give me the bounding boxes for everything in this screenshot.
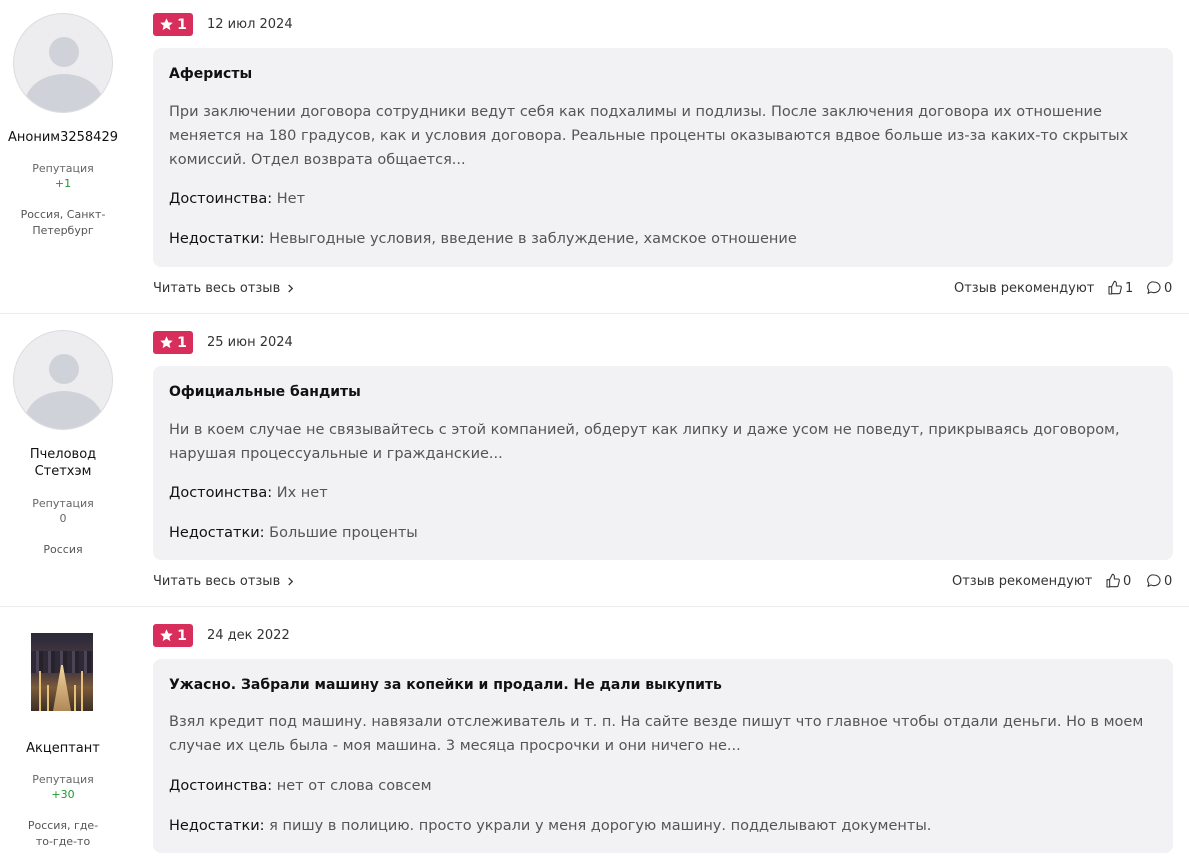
thumbs-up-icon bbox=[1108, 280, 1122, 295]
recommend-label: Отзыв рекомендуют bbox=[954, 281, 1095, 296]
avatar[interactable] bbox=[31, 633, 93, 711]
rating-value: 1 bbox=[177, 16, 187, 33]
review-item: Акцептант Репутация +30 Россия, где-то-г… bbox=[0, 607, 1189, 861]
pros-text: Их нет bbox=[276, 485, 328, 501]
review-text: При заключении договора сотрудники ведут… bbox=[169, 104, 1129, 168]
review-title[interactable]: Аферисты bbox=[169, 66, 252, 82]
author-location: Россия, где-то-где-то bbox=[27, 819, 99, 848]
review-title[interactable]: Ужасно. Забрали машину за копейки и прод… bbox=[169, 677, 722, 693]
cons-text: я пишу в полицию. просто украли у меня д… bbox=[269, 818, 932, 834]
review-item: Аноним3258429 Репутация +1 Россия, Санкт… bbox=[0, 0, 1189, 313]
read-full-review-link[interactable]: Читать весь отзыв bbox=[153, 574, 295, 589]
pros-text: нет от слова совсем bbox=[276, 778, 432, 794]
star-icon bbox=[160, 18, 173, 31]
rating-value: 1 bbox=[177, 334, 187, 351]
comments-button[interactable]: 0 bbox=[1146, 573, 1172, 589]
review-card: Аферисты При заключении договора сотрудн… bbox=[153, 48, 1173, 267]
author-location: Россия, Санкт-Петербург bbox=[20, 208, 106, 237]
avatar[interactable] bbox=[13, 330, 113, 430]
read-more-label: Читать весь отзыв bbox=[153, 281, 281, 296]
like-count: 0 bbox=[1123, 573, 1132, 589]
like-count: 1 bbox=[1125, 280, 1134, 296]
comment-count: 0 bbox=[1164, 573, 1173, 589]
author-location: Россия bbox=[43, 543, 83, 556]
like-button[interactable]: 1 bbox=[1107, 280, 1133, 296]
cons-text: Большие проценты bbox=[269, 525, 418, 541]
comment-icon bbox=[1147, 281, 1161, 294]
thumbs-up-icon bbox=[1106, 573, 1120, 588]
review-date: 25 июн 2024 bbox=[207, 335, 293, 350]
comment-icon bbox=[1147, 574, 1161, 587]
review-cons: Недостатки: я пишу в полицию. просто укр… bbox=[169, 818, 931, 834]
avatar[interactable] bbox=[13, 13, 113, 113]
cons-text: Невыгодные условия, введение в заблужден… bbox=[269, 231, 797, 247]
reputation-label: Репутация bbox=[32, 162, 94, 175]
review-title[interactable]: Официальные бандиты bbox=[169, 384, 361, 400]
pros-label: Достоинства: bbox=[169, 485, 273, 501]
review-date: 24 дек 2022 bbox=[207, 628, 290, 643]
star-icon bbox=[160, 629, 173, 642]
review-pros: Достоинства: Их нет bbox=[169, 485, 328, 501]
read-full-review-link[interactable]: Читать весь отзыв bbox=[153, 281, 295, 296]
author-name[interactable]: Пчеловод Стетхэм bbox=[0, 446, 126, 480]
review-cons: Недостатки: Невыгодные условия, введение… bbox=[169, 231, 797, 247]
chevron-right-icon bbox=[288, 284, 294, 293]
review-item: Пчеловод Стетхэм Репутация 0 Россия 1 25… bbox=[0, 314, 1189, 606]
author-name[interactable]: Аноним3258429 bbox=[0, 129, 126, 146]
like-button[interactable]: 0 bbox=[1105, 573, 1131, 589]
review-pros: Достоинства: нет от слова совсем bbox=[169, 778, 432, 794]
reputation-label: Репутация bbox=[32, 497, 94, 510]
recommend-label: Отзыв рекомендуют bbox=[952, 574, 1093, 589]
cons-label: Недостатки: bbox=[169, 525, 265, 541]
cons-label: Недостатки: bbox=[169, 818, 265, 834]
review-pros: Достоинства: Нет bbox=[169, 191, 305, 207]
reputation-value: 0 bbox=[59, 512, 67, 525]
cons-label: Недостатки: bbox=[169, 231, 265, 247]
rating-value: 1 bbox=[177, 627, 187, 644]
review-card: Ужасно. Забрали машину за копейки и прод… bbox=[153, 659, 1173, 853]
pros-label: Достоинства: bbox=[169, 191, 273, 207]
read-more-label: Читать весь отзыв bbox=[153, 574, 281, 589]
reputation-value: +30 bbox=[51, 788, 75, 801]
star-icon bbox=[160, 336, 173, 349]
review-date: 12 июл 2024 bbox=[207, 17, 293, 32]
comments-button[interactable]: 0 bbox=[1146, 280, 1172, 296]
rating-badge: 1 bbox=[153, 331, 193, 354]
review-text: Взял кредит под машину. навязали отслежи… bbox=[169, 714, 1144, 754]
reputation-value: +1 bbox=[54, 177, 72, 190]
comment-count: 0 bbox=[1164, 280, 1173, 296]
review-card: Официальные бандиты Ни в коем случае не … bbox=[153, 366, 1173, 560]
rating-badge: 1 bbox=[153, 624, 193, 647]
review-cons: Недостатки: Большие проценты bbox=[169, 525, 418, 541]
rating-badge: 1 bbox=[153, 13, 193, 36]
pros-text: Нет bbox=[276, 191, 306, 207]
chevron-right-icon bbox=[288, 577, 294, 586]
review-text: Ни в коем случае не связывайтесь с этой … bbox=[169, 422, 1120, 462]
reputation-label: Репутация bbox=[32, 773, 94, 786]
pros-label: Достоинства: bbox=[169, 778, 273, 794]
author-name[interactable]: Акцептант bbox=[0, 740, 126, 757]
